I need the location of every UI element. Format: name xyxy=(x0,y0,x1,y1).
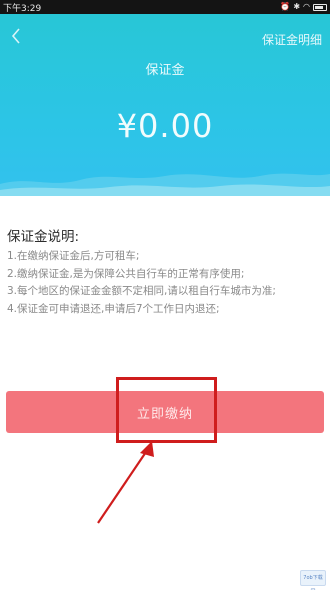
watermark-logo: 7ob下载网 xyxy=(300,570,326,590)
description-item: 4.保证金可申请退还,申请后7个工作日内退还; xyxy=(7,302,220,315)
status-time: 下午3:29 xyxy=(3,3,42,14)
annotation-highlight-box xyxy=(116,377,217,443)
bluetooth-icon: ✱ xyxy=(293,2,301,11)
annotation-arrow-icon xyxy=(97,441,154,524)
chevron-left-icon xyxy=(11,28,20,44)
description-item: 3.每个地区的保证金金额不定相同,请以租自行车城市为准; xyxy=(7,285,276,297)
wifi-icon: ◠ xyxy=(303,2,310,11)
back-button[interactable] xyxy=(6,26,26,50)
status-bar: 下午3:29 ⏰ ✱ ◠ xyxy=(0,0,330,14)
description-item: 1.在缴纳保证金后,方可租车; xyxy=(7,250,140,262)
page-title: 保证金 xyxy=(145,63,185,78)
battery-icon xyxy=(313,3,327,11)
cloud-decoration xyxy=(0,173,330,196)
alarm-icon: ⏰ xyxy=(280,2,291,11)
description-title: 保证金说明: xyxy=(7,229,80,245)
deposit-amount: ¥0.00 xyxy=(116,107,214,145)
deposit-header: 保证金明细 保证金 ¥0.00 xyxy=(0,14,330,196)
status-icons: ⏰ ✱ ◠ xyxy=(280,2,327,12)
description-item: 2.缴纳保证金,是为保障公共自行车的正常有序使用; xyxy=(7,267,245,280)
deposit-detail-link[interactable]: 保证金明细 xyxy=(262,31,322,48)
description-list: 1.在缴纳保证金后,方可租车; 2.缴纳保证金,是为保障公共自行车的正常有序使用… xyxy=(7,248,325,318)
